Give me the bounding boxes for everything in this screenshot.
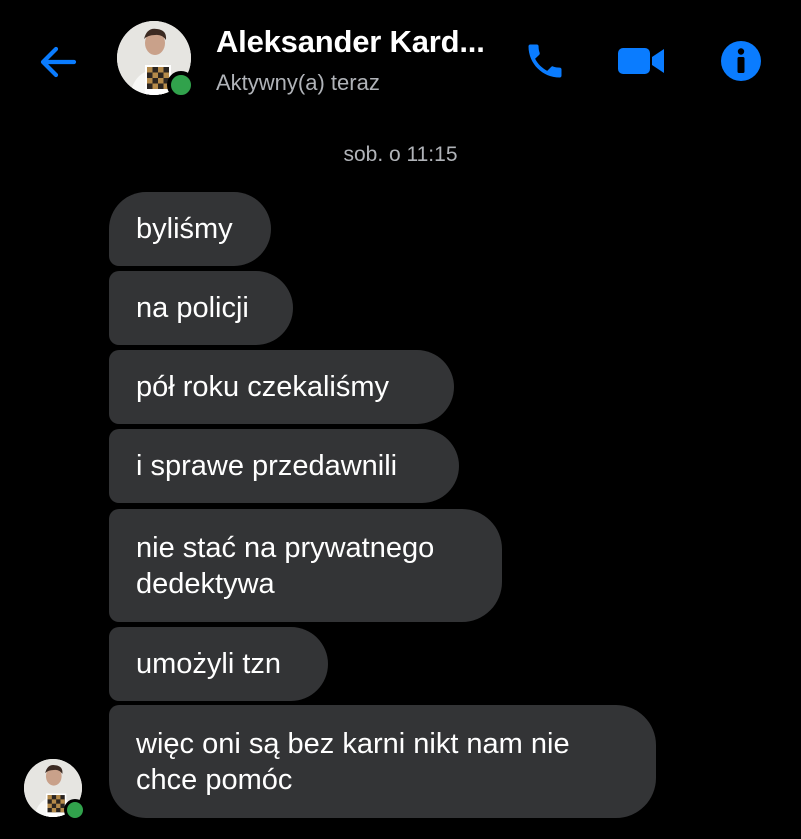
video-call-button[interactable] bbox=[616, 38, 666, 84]
conversation-info-button[interactable] bbox=[716, 38, 766, 84]
video-camera-icon bbox=[618, 48, 664, 74]
message-bubble[interactable]: pół roku czekaliśmy bbox=[109, 350, 454, 424]
phone-icon bbox=[528, 44, 562, 78]
message-bubble[interactable]: na policji bbox=[109, 271, 293, 345]
info-icon bbox=[721, 41, 761, 81]
message-bubble[interactable]: więc oni są bez karni nikt nam nie chce … bbox=[109, 705, 656, 818]
message-bubble[interactable]: nie stać na prywatnego dedektywa bbox=[109, 509, 502, 622]
message-bubble[interactable]: i sprawe przedawnili bbox=[109, 429, 459, 503]
back-button[interactable] bbox=[34, 38, 82, 86]
online-status-dot bbox=[64, 799, 86, 821]
online-status-dot bbox=[167, 71, 195, 99]
contact-avatar[interactable] bbox=[117, 21, 195, 99]
message-bubble[interactable]: byliśmy bbox=[109, 192, 271, 266]
message-bubble[interactable]: umożyli tzn bbox=[109, 627, 328, 701]
message-timestamp: sob. o 11:15 bbox=[343, 143, 458, 166]
arrow-left-icon bbox=[40, 46, 77, 78]
contact-name[interactable]: Aleksander Kard... bbox=[216, 24, 485, 60]
sender-avatar[interactable] bbox=[24, 759, 86, 821]
active-status: Aktywny(a) teraz bbox=[216, 70, 380, 95]
voice-call-button[interactable] bbox=[520, 38, 570, 84]
chat-header: Aleksander Kard... Aktywny(a) teraz bbox=[0, 0, 801, 120]
